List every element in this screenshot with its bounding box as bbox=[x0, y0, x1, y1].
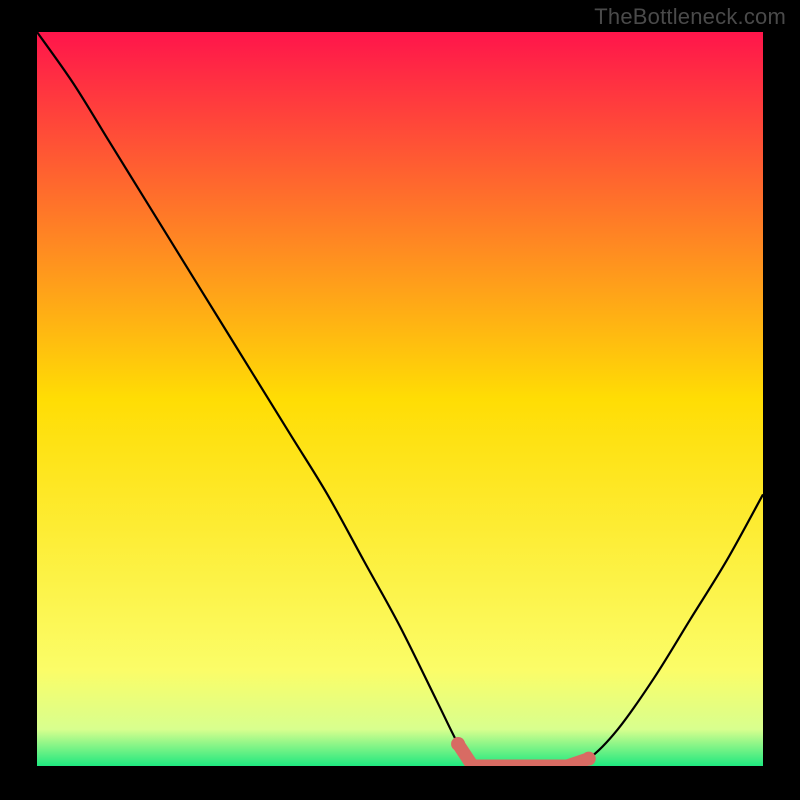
optimal-range-dot-right bbox=[582, 752, 596, 766]
chart-background bbox=[37, 32, 763, 766]
chart-frame: TheBottleneck.com bbox=[0, 0, 800, 800]
optimal-range-dot-left bbox=[451, 737, 465, 751]
plot-area bbox=[37, 32, 763, 766]
chart-svg bbox=[37, 32, 763, 766]
attribution-text: TheBottleneck.com bbox=[594, 4, 786, 30]
